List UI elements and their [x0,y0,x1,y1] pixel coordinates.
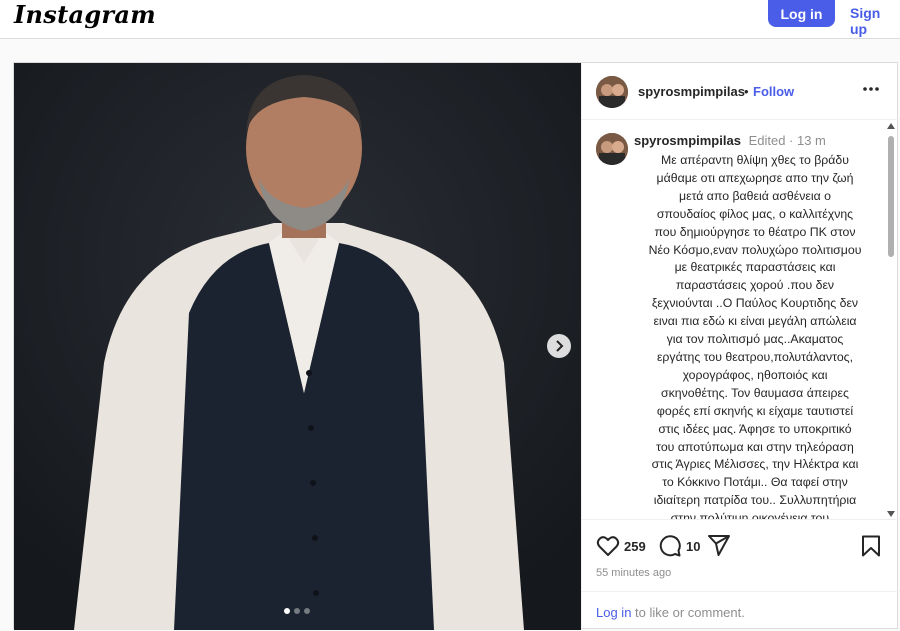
post-actions: 259 10 [582,523,900,567]
carousel-dot [294,608,300,614]
caption-header: spyrosmpimpilas Edited · 13 m [634,133,826,148]
signup-link[interactable]: Sign up [850,5,900,37]
more-options-icon[interactable] [861,81,881,97]
caption-text: Με απέραντη θλίψη χθες το βράδυ μάθαμε ο… [648,153,862,520]
login-prompt: Log in to like or comment. [582,591,900,630]
avatar-image [596,133,628,165]
login-prompt-link[interactable]: Log in [596,605,631,620]
bookmark-icon[interactable] [861,535,881,557]
post-container: spyrosmpimpilas • Follow spyrosmpimpilas [13,62,900,630]
scroll-thumb[interactable] [888,136,894,257]
post-timestamp: 55 minutes ago [596,567,672,579]
heart-icon[interactable] [596,535,620,557]
caption-panel: spyrosmpimpilas Edited · 13 m Με απέραντ… [582,120,900,520]
post-photo [14,63,581,630]
scroll-down-arrow[interactable] [887,511,895,517]
carousel-next-button[interactable] [547,334,571,358]
avatar[interactable] [596,76,628,108]
top-navigation-bar: Instagram Log in Sign up [0,0,900,39]
header-separator: • [744,84,749,99]
share-icon[interactable] [707,534,731,557]
caption-username[interactable]: spyrosmpimpilas [634,133,741,148]
post-header: spyrosmpimpilas • Follow [582,63,900,120]
carousel-dot [284,608,290,614]
instagram-logo[interactable]: Instagram [14,0,156,29]
login-prompt-text: to like or comment. [631,605,745,620]
caption-meta: Edited · 13 m [748,133,826,148]
post-author-username[interactable]: spyrosmpimpilas [638,84,745,99]
follow-button[interactable]: Follow [753,84,794,99]
avatar[interactable] [596,133,628,165]
caption-scrollbar[interactable] [884,120,898,519]
avatar-image [596,76,628,108]
scroll-up-arrow[interactable] [887,123,895,129]
comment-icon[interactable] [658,534,681,557]
post-sidebar: spyrosmpimpilas • Follow spyrosmpimpilas [581,63,900,630]
like-count: 259 [624,539,646,554]
post-media [14,63,581,630]
login-button[interactable]: Log in [768,0,835,27]
chevron-right-icon [556,340,564,352]
comment-count: 10 [686,539,701,554]
carousel-indicator [284,608,310,614]
carousel-dot [304,608,310,614]
